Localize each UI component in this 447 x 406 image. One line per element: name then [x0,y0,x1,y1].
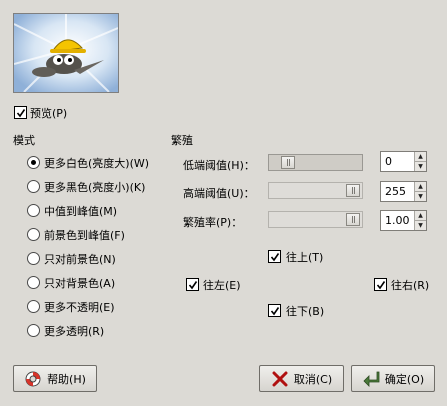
mode-label-only-bg: 只对背景色(A) [44,277,116,290]
spin-up-icon[interactable]: ▲ [415,182,426,192]
lifebuoy-icon [25,371,41,386]
down-label: 往下(B) [286,305,325,318]
upper-threshold-handle[interactable] [346,184,360,197]
help-button[interactable]: 帮助(H) [13,365,97,392]
lower-threshold-value[interactable]: 0 [381,152,414,171]
propagate-title: 繁殖 [171,134,193,147]
mode-radio-more-white[interactable] [27,156,40,169]
mode-radio-more-transparent[interactable] [27,324,40,337]
mode-label-more-black: 更多黑色(亮度小)(K) [44,181,146,194]
preview-label: 预览(P) [30,107,68,120]
spin-up-icon[interactable]: ▲ [415,211,426,221]
mode-label-only-fg: 只对前景色(N) [44,253,116,266]
rate-handle[interactable] [346,213,360,226]
lower-threshold-spinbox[interactable]: 0 ▲ ▼ [380,151,427,172]
preview-checkbox[interactable] [14,106,27,119]
checkmark-icon [270,252,279,261]
checkmark-icon [376,280,385,289]
preview-image [13,13,119,93]
cancel-button[interactable]: 取消(C) [259,365,344,392]
cancel-button-label: 取消(C) [293,372,333,386]
mode-radio-only-fg[interactable] [27,252,40,265]
upper-threshold-label: 高端阈值(U)： [183,187,255,200]
up-label: 往上(T) [286,251,324,264]
x-icon [272,371,288,386]
mode-label-more-white: 更多白色(亮度大)(W) [44,157,150,170]
left-label: 往左(E) [203,279,241,292]
down-checkbox[interactable] [268,304,281,317]
help-button-label: 帮助(H) [47,372,86,386]
mode-radio-more-black[interactable] [27,180,40,193]
lower-threshold-slider[interactable] [268,154,363,171]
right-label: 往右(R) [391,279,430,292]
mode-radio-only-bg[interactable] [27,276,40,289]
checkmark-icon [270,306,279,315]
right-checkbox[interactable] [374,278,387,291]
mode-label-fg-to-peaks: 前景色到峰值(F) [44,229,125,242]
spin-down-icon[interactable]: ▼ [415,192,426,201]
lower-threshold-label: 低端阈值(H)： [183,159,255,172]
mode-radio-more-opaque[interactable] [27,300,40,313]
checkmark-icon [188,280,197,289]
upper-threshold-spinbox[interactable]: 255 ▲ ▼ [380,181,427,202]
ok-button[interactable]: 确定(O) [351,365,435,392]
checkmark-icon [16,108,25,117]
up-checkbox[interactable] [268,250,281,263]
spin-down-icon[interactable]: ▼ [415,162,426,171]
spin-up-icon[interactable]: ▲ [415,152,426,162]
spin-down-icon[interactable]: ▼ [415,221,426,230]
mode-radio-fg-to-peaks[interactable] [27,228,40,241]
upper-threshold-slider[interactable] [268,182,363,199]
upper-threshold-value[interactable]: 255 [381,182,414,201]
rate-value[interactable]: 1.00 [381,211,414,230]
mode-radio-middle-to-peaks[interactable] [27,204,40,217]
return-arrow-icon [363,371,380,387]
rate-spinbox[interactable]: 1.00 ▲ ▼ [380,210,427,231]
rate-label: 繁殖率(P)： [183,216,243,229]
mode-title: 模式 [13,134,35,147]
rate-slider[interactable] [268,211,363,228]
mode-label-more-transparent: 更多透明(R) [44,325,105,338]
left-checkbox[interactable] [186,278,199,291]
mode-label-middle-to-peaks: 中值到峰值(M) [44,205,118,218]
lower-threshold-handle[interactable] [281,156,295,169]
mode-label-more-opaque: 更多不透明(E) [44,301,115,314]
ok-button-label: 确定(O) [384,372,425,386]
